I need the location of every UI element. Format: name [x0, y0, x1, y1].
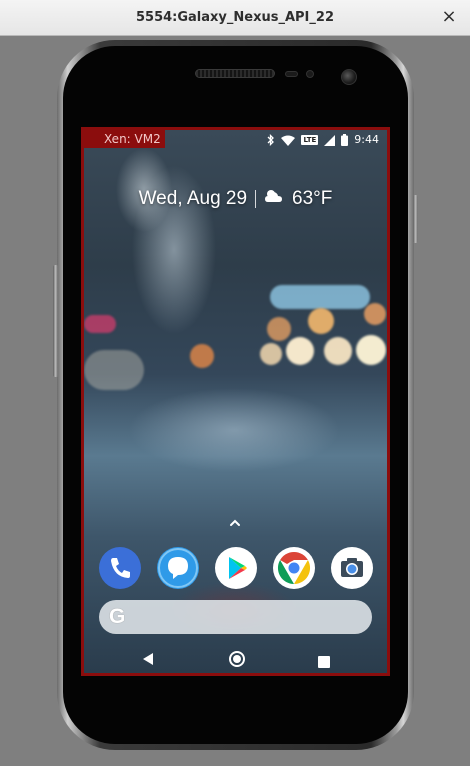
- front-camera: [341, 69, 357, 85]
- wallpaper-light: [260, 343, 282, 365]
- glance-divider: [255, 190, 257, 208]
- camera-app-button[interactable]: [331, 547, 373, 589]
- wallpaper-light: [84, 350, 144, 390]
- close-window-button[interactable]: ×: [440, 7, 458, 27]
- window-titlebar: 5554:Galaxy_Nexus_API_22 ×: [0, 0, 470, 36]
- play-store-icon: [215, 557, 257, 593]
- wallpaper-light: [308, 308, 334, 334]
- messages-icon: [157, 548, 199, 593]
- recents-icon[interactable]: [318, 653, 330, 668]
- glance-date[interactable]: Wed, Aug 29: [139, 188, 247, 210]
- window-title: 5554:Galaxy_Nexus_API_22: [135, 10, 334, 25]
- proximity-sensor: [285, 71, 298, 77]
- back-icon[interactable]: [140, 651, 156, 667]
- lte-icon: LTE: [301, 135, 319, 145]
- wallpaper-light: [270, 285, 370, 309]
- power-button[interactable]: [413, 195, 418, 243]
- status-bar: Xen: VM2 LTE 9:44: [84, 130, 387, 150]
- camera-icon: [331, 558, 373, 593]
- cloud-sun-icon: [264, 188, 284, 210]
- status-icons: LTE 9:44: [267, 132, 379, 148]
- home-icon[interactable]: [228, 650, 246, 668]
- chrome-icon: [273, 549, 315, 593]
- messages-app-button[interactable]: [157, 547, 199, 589]
- google-logo-icon: G: [109, 605, 126, 628]
- wallpaper-light: [267, 317, 291, 341]
- wallpaper-light: [356, 335, 386, 365]
- chrome-app-button[interactable]: [273, 547, 315, 589]
- app-drawer-caret-icon[interactable]: [227, 514, 243, 526]
- vm-label: Xen: VM2: [84, 130, 165, 148]
- phone-app-button[interactable]: [99, 547, 141, 589]
- wifi-icon: [281, 131, 296, 150]
- wallpaper-light: [324, 337, 352, 365]
- status-time: 9:44: [354, 133, 379, 146]
- volume-button[interactable]: [53, 265, 58, 377]
- device-screen[interactable]: Xen: VM2 LTE 9:44 Wed, Aug 29 63°F G: [81, 127, 390, 676]
- cell-signal-icon: [324, 131, 336, 150]
- glance-temperature[interactable]: 63°F: [292, 188, 332, 210]
- battery-icon: [341, 131, 349, 150]
- wallpaper-light: [364, 303, 386, 325]
- earpiece-speaker: [195, 69, 275, 78]
- play-store-app-button[interactable]: [215, 547, 257, 589]
- google-search-bar[interactable]: G: [99, 600, 372, 634]
- bluetooth-icon: [267, 131, 275, 150]
- at-a-glance-widget[interactable]: Wed, Aug 29 63°F: [84, 188, 387, 210]
- wallpaper-light: [286, 337, 314, 365]
- app-dock: [99, 547, 373, 591]
- wallpaper-light: [190, 344, 214, 368]
- light-sensor: [306, 70, 314, 78]
- phone-icon: [99, 558, 141, 593]
- wallpaper-light: [84, 315, 116, 333]
